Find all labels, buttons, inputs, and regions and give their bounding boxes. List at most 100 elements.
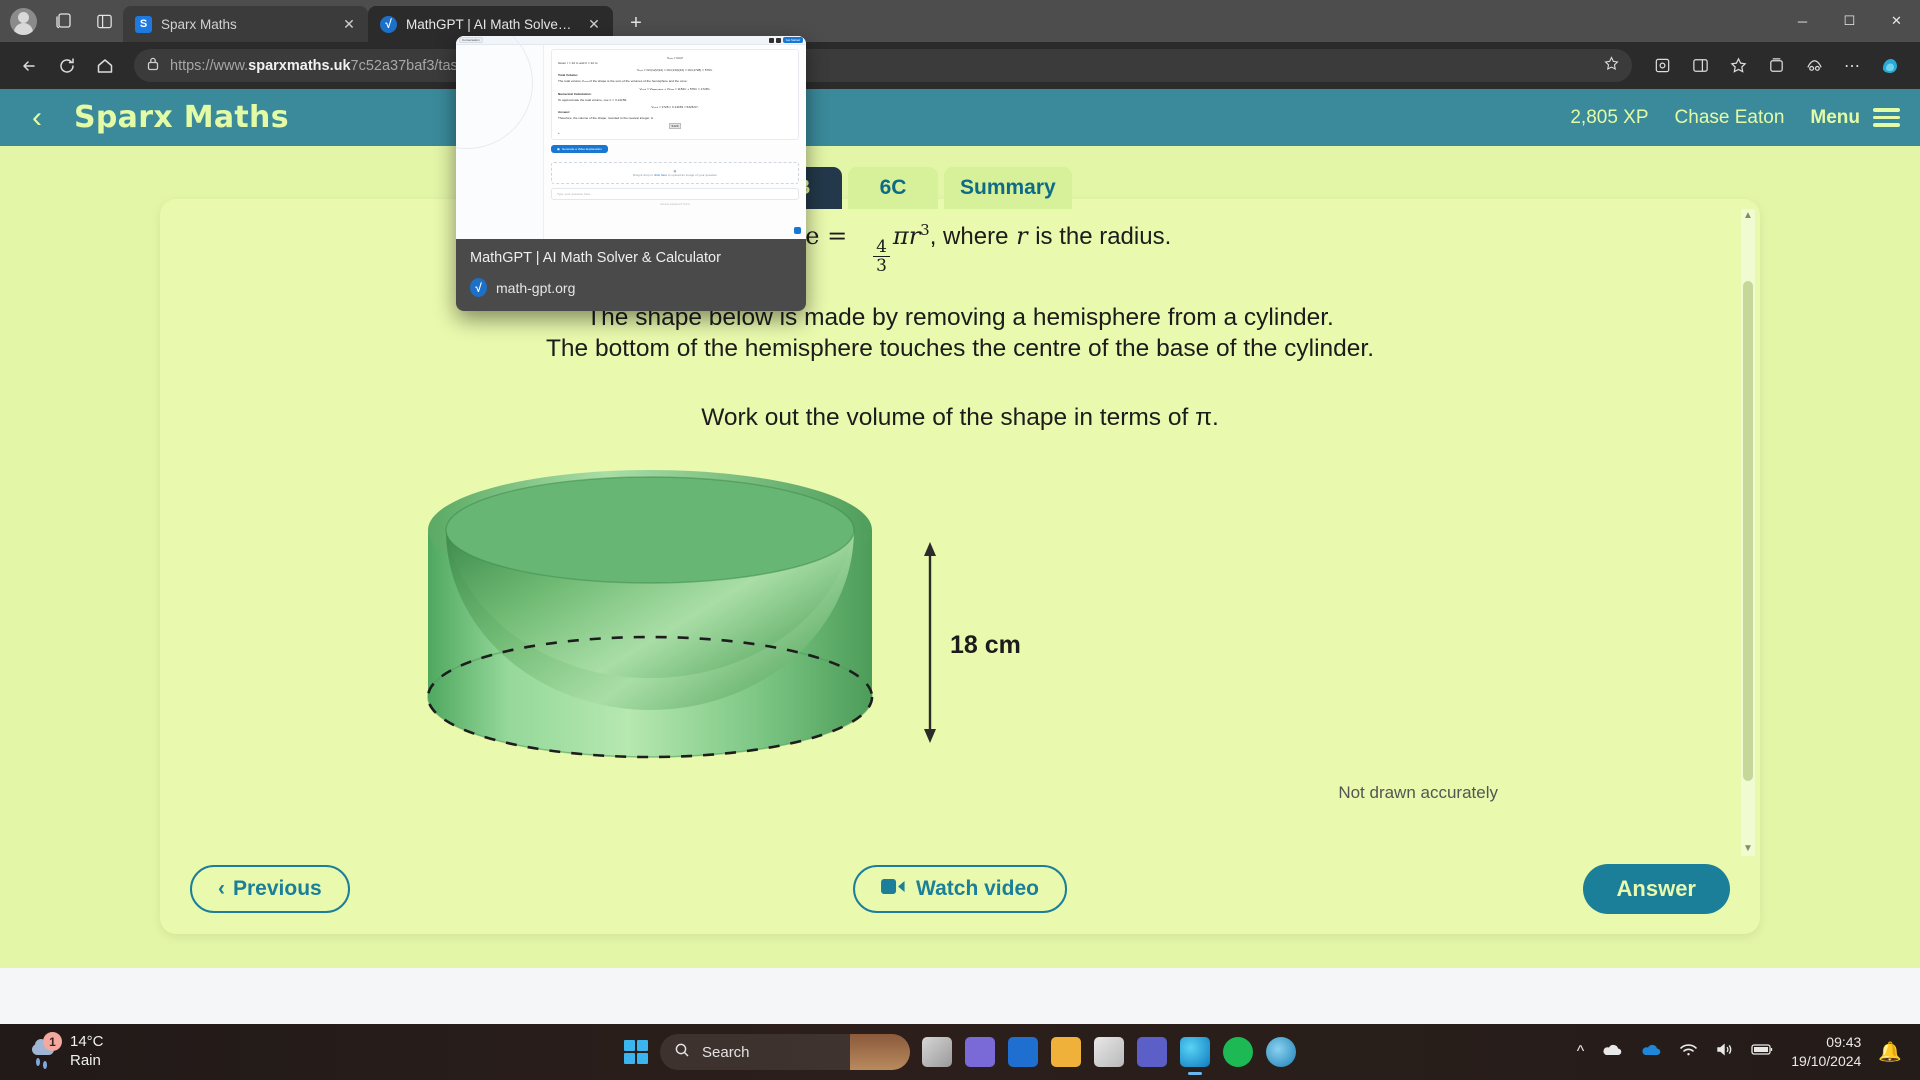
scroll-up-arrow-icon[interactable]: ▲ (1741, 209, 1755, 223)
clock-time: 09:43 (1826, 1034, 1862, 1051)
question-line-2: The bottom of the hemisphere touches the… (545, 335, 1375, 363)
user-name[interactable]: Chase Eaton (1675, 107, 1785, 129)
favorites-icon[interactable] (1720, 49, 1756, 83)
weather-temperature: 14°C (70, 1033, 104, 1051)
split-screen-icon[interactable] (91, 8, 117, 34)
taskbar-clock[interactable]: 09:43 19/10/2024 (1791, 1033, 1861, 1071)
xp-counter: 2,805 XP (1570, 106, 1649, 128)
onedrive-work-icon[interactable] (1640, 1043, 1662, 1062)
watch-video-label: Watch video (916, 877, 1039, 900)
tab-strip: S Sparx Maths ✕ √ MathGPT | AI Math Solv… (0, 0, 1920, 42)
address-bar[interactable]: https://www.sparxmaths.uk7c52a37baf3/tas… (134, 49, 1632, 82)
home-icon[interactable] (88, 49, 122, 83)
browser-tab-sparx[interactable]: S Sparx Maths ✕ (123, 6, 368, 42)
new-tab-button[interactable]: + (621, 8, 651, 38)
show-hidden-icons-chevron-icon[interactable]: ^ (1577, 1043, 1585, 1061)
search-icon (674, 1042, 690, 1062)
tab-hover-preview: Conversation Get Started Vₛₚₕ = ⅔πr³ Giv… (456, 36, 806, 311)
menu-button[interactable]: Menu (1810, 107, 1900, 129)
app-store-icon[interactable] (1094, 1037, 1124, 1067)
preview-given: Given r = 12 m and h = 12 m: (558, 61, 599, 66)
preview-body: Vₛₚₕ = ⅔πr³ Given r = 12 m and h = 12 m:… (456, 36, 806, 239)
app-edge-icon[interactable] (1180, 1037, 1210, 1067)
preview-video-label: Generate a Video Explanation (561, 147, 602, 152)
question-footer: ‹ Previous Watch video Answer (160, 844, 1760, 934)
sparx-page: ‹ Sparx Maths 2,805 XP Chase Eaton Menu … (0, 89, 1920, 968)
lock-icon (146, 56, 160, 75)
split-pane-icon[interactable] (1682, 49, 1718, 83)
more-options-icon[interactable]: ⋯ (1834, 49, 1870, 83)
weather-condition: Rain (70, 1052, 101, 1069)
preview-get-started-button: Get Started (782, 37, 803, 43)
tab-strip-left-controls (0, 0, 123, 42)
question-line-3: Work out the volume of the shape in term… (701, 403, 1219, 431)
favorite-star-icon[interactable] (1603, 55, 1620, 76)
tab-close-icon[interactable]: ✕ (583, 13, 605, 35)
close-window-button[interactable]: ✕ (1873, 0, 1920, 42)
content-scrollbar[interactable]: ▲ ▼ (1741, 209, 1755, 856)
answer-button[interactable]: Answer (1582, 864, 1730, 914)
url-prefix: https://www. (170, 57, 249, 74)
dimension-text: 18 cm (950, 631, 1021, 659)
tab-title: MathGPT | AI Math Solver & Calc (406, 16, 574, 32)
preview-answer-value: 5429 (668, 123, 682, 130)
wifi-icon[interactable] (1679, 1042, 1698, 1062)
preview-site: √ math-gpt.org (470, 278, 792, 297)
volume-icon[interactable] (1715, 1042, 1734, 1062)
previous-button[interactable]: ‹ Previous (190, 865, 350, 913)
app-spotify-icon[interactable] (1223, 1037, 1253, 1067)
preview-footer-text: Generic questions? Terms (659, 203, 691, 207)
cylinder-hemisphere-svg: 18 cm (426, 470, 1021, 759)
shape-diagram: 18 cm Not drawn accurately (192, 457, 1728, 802)
fraction-numerator: 4 (873, 237, 890, 258)
back-icon[interactable] (12, 49, 46, 83)
app-teams-icon[interactable] (1137, 1037, 1167, 1067)
formula-variable: r (1016, 222, 1028, 250)
preview-question-input: Type your question here... (551, 188, 799, 201)
browser-window: S Sparx Maths ✕ √ MathGPT | AI Math Solv… (0, 0, 1920, 1024)
tab-6c[interactable]: 6C (848, 167, 938, 209)
preview-site-label: math-gpt.org (496, 279, 576, 296)
app-teams-purple-icon[interactable] (965, 1037, 995, 1067)
maximize-button[interactable]: ☐ (1826, 0, 1873, 42)
upload-suffix: to upload an image of your question (667, 173, 718, 178)
copilot-icon[interactable] (1872, 50, 1908, 82)
collections-icon[interactable] (1758, 49, 1794, 83)
preview-meta: MathGPT | AI Math Solver & Calculator √ … (456, 239, 806, 311)
app-mail-icon[interactable] (1008, 1037, 1038, 1067)
minimize-button[interactable]: ─ (1779, 0, 1826, 42)
toolbar-right-icons: ⋯ (1644, 49, 1908, 83)
formula-where: , where (929, 223, 1009, 250)
profile-avatar[interactable] (10, 7, 37, 35)
system-tray: ^ 09:43 19/10/2024 🔔 (1577, 1033, 1920, 1071)
preview-sidebar (456, 36, 544, 239)
back-chevron-icon[interactable]: ‹ (14, 95, 60, 141)
weather-widget[interactable]: 1 14°C Rain (0, 1032, 104, 1071)
search-input[interactable]: Search (660, 1034, 910, 1070)
notifications-bell-icon[interactable]: 🔔 (1878, 1040, 1902, 1064)
browser-essentials-icon[interactable] (1796, 49, 1832, 83)
search-illustration (850, 1034, 910, 1070)
start-button-icon[interactable] (624, 1040, 648, 1064)
tab-close-icon[interactable]: ✕ (338, 13, 360, 35)
tab-summary[interactable]: Summary (944, 167, 1072, 209)
watch-video-button[interactable]: Watch video (853, 865, 1067, 913)
browser-toolbar: https://www.sparxmaths.uk7c52a37baf3/tas… (0, 42, 1920, 89)
preview-answer-text: Therefore, the volume of the shape, roun… (558, 116, 654, 121)
tab-collections-icon[interactable] (51, 8, 77, 34)
battery-icon[interactable] (1751, 1043, 1774, 1061)
preview-solution-card: Vₛₚₕ = ⅔πr³ Given r = 12 m and h = 12 m:… (551, 49, 799, 141)
reload-icon[interactable] (50, 49, 84, 83)
app-file-explorer-icon[interactable] (1051, 1037, 1081, 1067)
question-content: phere = 4 3 πr3, where r is the radius. … (192, 199, 1728, 844)
extension-puzzle-icon[interactable] (1644, 49, 1680, 83)
task-view-icon[interactable] (922, 1037, 952, 1067)
preview-plus-icon: + (558, 131, 560, 136)
menu-label: Menu (1810, 106, 1860, 128)
not-drawn-note: Not drawn accurately (1338, 783, 1498, 803)
windows-taskbar: 1 14°C Rain Search ^ 09:43 19/10/2024 🔔 (0, 1024, 1920, 1080)
app-settings-icon[interactable] (1266, 1037, 1296, 1067)
scrollbar-thumb[interactable] (1743, 281, 1753, 781)
video-camera-icon (881, 877, 905, 901)
onedrive-personal-icon[interactable] (1601, 1043, 1623, 1062)
